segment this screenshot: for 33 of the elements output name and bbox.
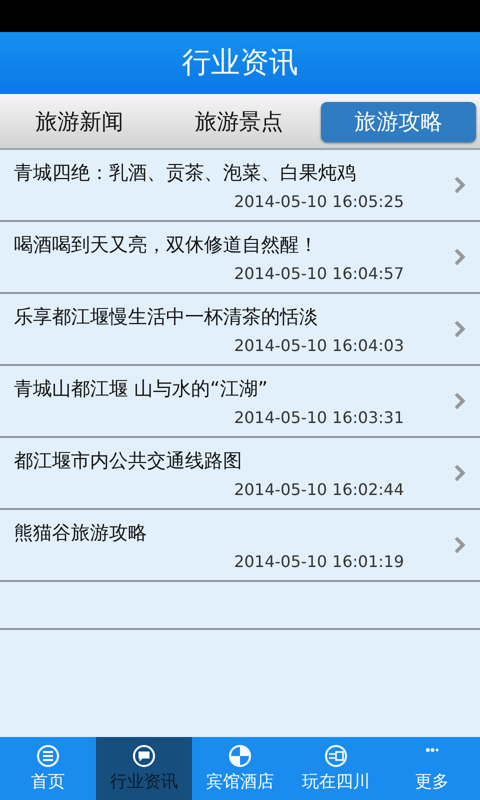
article-row[interactable]: 喝酒喝到天又亮，双休修道自然醒！ 2014-05-10 16:04:57: [0, 222, 480, 294]
chevron-icon: [454, 536, 466, 554]
category-tab[interactable]: 旅游景点: [161, 102, 317, 142]
article-title: 青城四绝：乳酒、贡茶、泡菜、白果炖鸡: [14, 160, 357, 186]
card-icon: [324, 744, 348, 768]
article-date: 2014-05-10 16:02:44: [234, 480, 404, 498]
chevron-icon: [454, 320, 466, 338]
chevron-icon: [454, 392, 466, 410]
dots-icon: [425, 747, 439, 753]
chat-icon: [132, 744, 156, 768]
article-date: 2014-05-10 16:05:25: [234, 192, 404, 210]
list-icon: [36, 744, 60, 768]
screen-title: 行业资讯: [182, 44, 298, 81]
category-tab[interactable]: 旅游攻略: [320, 102, 476, 142]
article-date: 2014-05-10 16:01:19: [234, 552, 404, 570]
article-title: 喝酒喝到天又亮，双休修道自然醒！: [14, 232, 319, 258]
article-date: 2014-05-10 16:03:31: [234, 408, 404, 426]
article-date: 2014-05-10 16:04:03: [234, 336, 404, 354]
chevron-icon: [454, 248, 466, 266]
article-title: 乐享都江堰慢生活中一杯清茶的恬淡: [14, 304, 319, 330]
article-row[interactable]: 乐享都江堰慢生活中一杯清茶的恬淡 2014-05-10 16:04:03: [0, 294, 480, 366]
article-date: 2014-05-10 16:04:57: [234, 264, 404, 282]
category-tab[interactable]: 旅游新闻: [2, 102, 158, 142]
article-row[interactable]: 青城山都江堰 山与水的“江湖” 2014-05-10 16:03:31: [0, 366, 480, 438]
pie-icon: [228, 744, 252, 768]
article-title: 熊猫谷旅游攻略: [14, 520, 148, 546]
article-row[interactable]: 青城四绝：乳酒、贡茶、泡菜、白果炖鸡 2014-05-10 16:05:25: [0, 150, 480, 222]
article-row[interactable]: 都江堰市内公共交通线路图 2014-05-10 16:02:44: [0, 438, 480, 510]
article-title: 青城山都江堰 山与水的“江湖”: [14, 376, 269, 402]
article-title: 都江堰市内公共交通线路图: [14, 448, 243, 474]
chevron-icon: [454, 176, 466, 194]
chevron-icon: [454, 464, 466, 482]
article-row[interactable]: 熊猫谷旅游攻略 2014-05-10 16:01:19: [0, 510, 480, 582]
